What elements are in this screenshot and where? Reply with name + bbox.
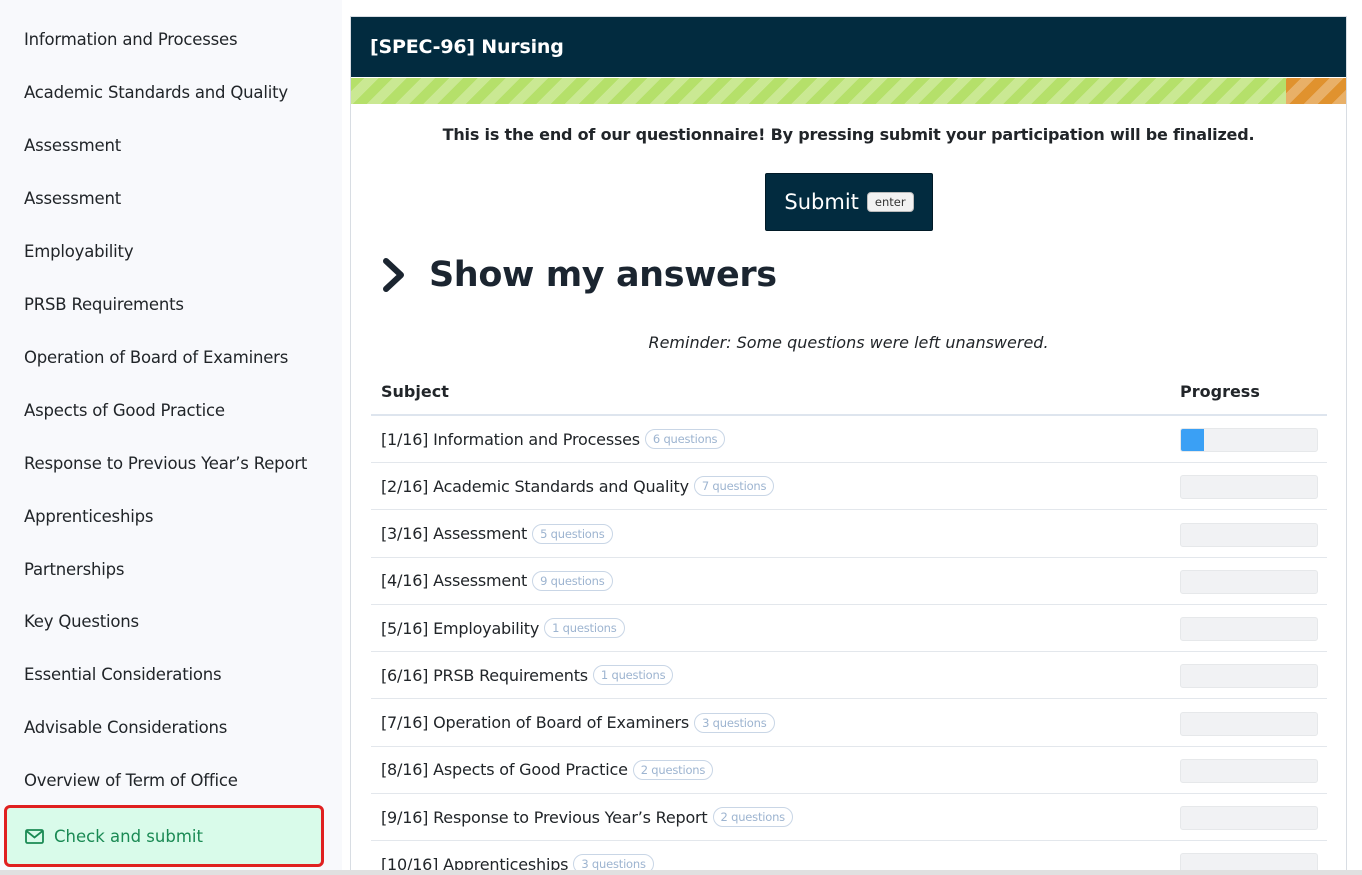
submit-button[interactable]: Submit enter [765,173,933,231]
subject-progress-bar [1180,617,1318,641]
sidebar-item-label: Check and submit [54,826,203,846]
subject-name: [4/16] Assessment [381,571,528,591]
progress-unanswered-segment [1286,78,1346,104]
table-row: [3/16] Assessment 5 questions [371,511,1327,558]
question-count-badge: 7 questions [693,476,775,497]
sidebar-item-essential-considerations[interactable]: Essential Considerations [24,665,222,684]
show-answers-toggle[interactable]: Show my answers [381,255,777,295]
progress-answered-segment [351,78,1286,104]
subject-name: [2/16] Academic Standards and Quality [381,476,689,496]
question-count-badge: 2 questions [712,807,793,827]
subject-name: [1/16] Information and Processes [381,429,640,449]
questionnaire-card: [SPEC-96] Nursing This is the end of our… [350,16,1347,875]
sidebar-item-assessment-1[interactable]: Assessment [24,136,121,155]
subject-progress-bar [1180,664,1318,689]
subject-progress-bar [1180,522,1318,547]
subject-progress-bar [1180,758,1318,783]
table-row: [7/16] Operation of Board of Examiners 3 … [371,700,1327,747]
subject-label[interactable]: [8/16] Aspects of Good Practice 2 questio… [381,759,714,780]
question-count-badge: 2 questions [632,759,714,780]
table-row: [6/16] PRSB Requirements 1 questions [371,652,1327,700]
submit-label: Submit [784,190,859,214]
question-count-badge: 3 questions [694,712,775,733]
subject-progress-bar [1180,569,1318,594]
chevron-right-icon [383,258,404,292]
sidebar-item-employability[interactable]: Employability [24,242,134,261]
subject-label[interactable]: [5/16] Employability 1 questions [381,618,625,638]
question-count-badge: 9 questions [532,570,613,591]
unanswered-reminder: Reminder: Some questions were left unans… [648,333,1049,352]
overall-progress-bar [351,77,1346,104]
table-row: [2/16] Academic Standards and Quality 7 q… [371,463,1327,511]
window-bottom-edge [0,870,1362,875]
sidebar-item-information-and-processes[interactable]: Information and Processes [24,30,238,49]
column-header-subject: Subject [381,382,449,401]
subject-label[interactable]: [2/16] Academic Standards and Quality 7 q… [381,476,775,497]
question-count-badge: 1 questions [544,618,625,638]
question-count-badge: 5 questions [532,523,613,544]
table-row: [5/16] Employability 1 questions [371,605,1327,652]
subject-label[interactable]: [9/16] Response to Previous Year’s Repor… [381,807,793,827]
sidebar: Information and Processes Academic Stand… [0,0,342,875]
subject-name: [6/16] PRSB Requirements [381,665,588,685]
table-row: [8/16] Aspects of Good Practice 2 questio… [371,747,1327,794]
sidebar-item-board-of-examiners[interactable]: Operation of Board of Examiners [24,348,288,367]
subject-label[interactable]: [1/16] Information and Processes 6 questi… [381,429,726,449]
sidebar-item-advisable-considerations[interactable]: Advisable Considerations [24,718,227,737]
subject-name: [5/16] Employability [381,618,540,638]
subject-label[interactable]: [4/16] Assessment 9 questions [381,570,613,591]
sidebar-item-academic-standards[interactable]: Academic Standards and Quality [24,83,288,102]
sidebar-item-partnerships[interactable]: Partnerships [24,560,124,579]
sidebar-item-check-and-submit[interactable]: Check and submit [4,805,324,867]
table-row: [9/16] Response to Previous Year’s Repor… [371,794,1327,841]
column-header-progress: Progress [1180,382,1260,401]
subject-name: [3/16] Assessment [381,524,528,543]
card-header: [SPEC-96] Nursing [351,17,1346,77]
subject-label[interactable]: [7/16] Operation of Board of Examiners 3 … [381,712,775,733]
table-row: [4/16] Assessment 9 questions [371,558,1327,605]
enter-key-hint: enter [866,192,914,212]
subject-progress-bar [1180,475,1318,500]
subject-label[interactable]: [3/16] Assessment 5 questions [381,523,613,544]
show-answers-title: Show my answers [429,255,777,295]
sidebar-item-term-of-office[interactable]: Overview of Term of Office [24,771,238,790]
subject-name: [7/16] Operation of Board of Examiners [381,713,690,732]
end-message: This is the end of our questionnaire! By… [442,125,1255,144]
page-title: [SPEC-96] Nursing [370,36,564,58]
sidebar-item-good-practice[interactable]: Aspects of Good Practice [24,401,225,420]
sidebar-item-prsb-requirements[interactable]: PRSB Requirements [24,295,184,314]
subject-name: [9/16] Response to Previous Year’s Repor… [381,807,708,827]
sidebar-item-apprenticeships[interactable]: Apprenticeships [24,507,153,526]
subject-name: [8/16] Aspects of Good Practice [381,760,628,780]
subject-progress-bar [1180,428,1318,452]
sidebar-item-previous-report[interactable]: Response to Previous Year’s Report [24,454,307,473]
subject-progress-bar [1180,806,1318,830]
envelope-icon [25,828,44,844]
question-count-badge: 1 questions [592,665,674,686]
sidebar-item-key-questions[interactable]: Key Questions [24,612,139,631]
subject-progress-bar [1180,711,1318,736]
subject-label[interactable]: [6/16] PRSB Requirements 1 questions [381,665,674,686]
subject-progress-fill [1181,429,1205,451]
table-row: [1/16] Information and Processes 6 questi… [371,416,1327,463]
question-count-badge: 6 questions [644,429,726,449]
sidebar-item-assessment-2[interactable]: Assessment [24,189,121,208]
